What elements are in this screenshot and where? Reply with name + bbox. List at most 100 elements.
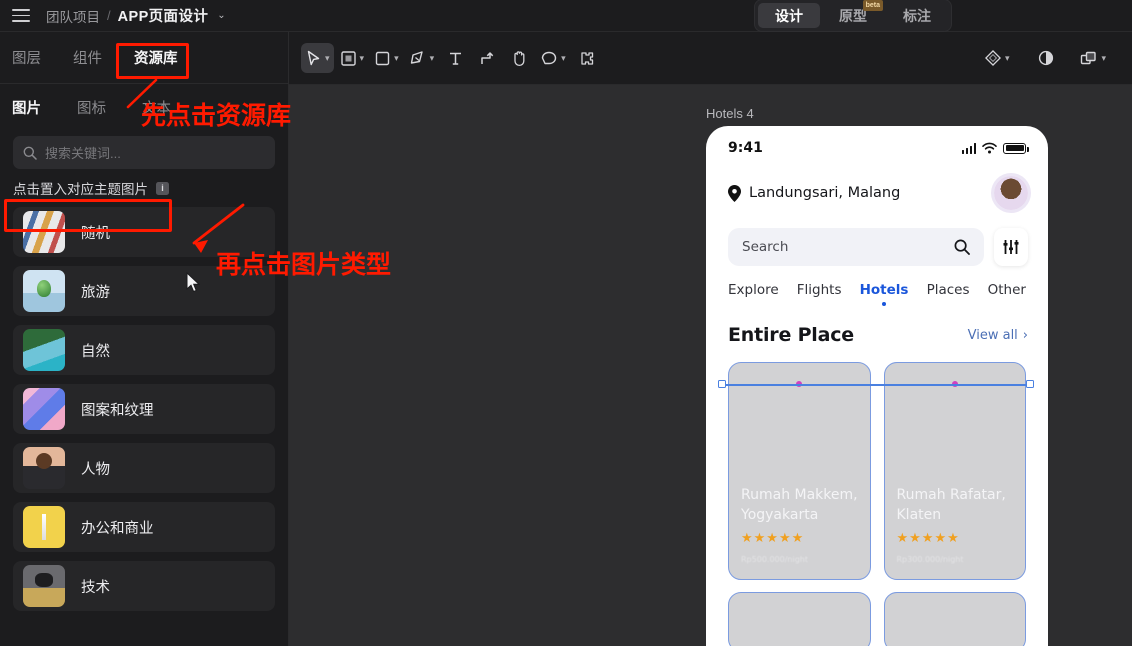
hotel-card-price: Rp300.000/night [897, 555, 964, 564]
location-row: Landungsari, Malang [706, 162, 1048, 210]
phone-mockup[interactable]: 9:41 Landungsari, Malang [706, 126, 1048, 646]
map-pin-icon [728, 185, 741, 202]
list-item-label: 旅游 [81, 281, 110, 302]
move-tool[interactable]: ▾ [301, 43, 334, 73]
frame-tool[interactable]: ▾ [336, 43, 369, 73]
category-thumbnail [23, 447, 65, 489]
chevron-down-icon[interactable]: ▾ [1005, 53, 1010, 64]
text-icon [447, 50, 464, 67]
tab-other-label: Other [988, 282, 1026, 298]
list-item[interactable]: 办公和商业 [13, 502, 275, 552]
cursor-icon [305, 50, 322, 67]
pen-tool[interactable]: ▾ [405, 43, 439, 73]
list-item-label: 图案和纹理 [81, 399, 154, 420]
hotel-card-list-row2 [706, 580, 1048, 646]
tab-prototype[interactable]: 原型 beta [822, 3, 884, 28]
chevron-down-icon[interactable]: ▾ [561, 53, 566, 64]
hint-text: 点击置入对应主题图片 [13, 178, 148, 198]
search-input[interactable]: Search [728, 228, 984, 266]
info-icon[interactable]: i [156, 182, 169, 195]
chevron-down-icon[interactable]: ⌄ [217, 10, 225, 21]
hotel-card[interactable] [728, 592, 871, 646]
view-all-link[interactable]: View all › [968, 328, 1028, 343]
search-placeholder: 搜索关键词... [45, 143, 121, 162]
diamond-icon [984, 49, 1002, 67]
list-item-label: 办公和商业 [81, 517, 154, 538]
chevron-down-icon[interactable]: ▾ [360, 53, 365, 64]
hotel-card[interactable] [884, 592, 1027, 646]
sidebar-item-resources[interactable]: 资源库 [134, 47, 178, 68]
annotation-step-1: 先点击资源库 [141, 96, 291, 132]
hotel-card-list: Rumah Makkem, Yogyakarta ★★★★★ Rp500.000… [706, 346, 1048, 580]
tab-flights[interactable]: Flights [797, 282, 842, 298]
tab-explore[interactable]: Explore [728, 282, 779, 298]
location-group[interactable]: Landungsari, Malang [728, 185, 900, 202]
selection-handle[interactable] [718, 380, 726, 388]
sidebar-item-layers[interactable]: 图层 [12, 47, 41, 68]
connector-tool[interactable] [472, 43, 502, 73]
hand-tool[interactable] [504, 43, 534, 73]
tab-hotels[interactable]: Hotels [860, 282, 909, 298]
chevron-down-icon[interactable]: ▾ [394, 53, 399, 64]
location-text: Landungsari, Malang [749, 185, 900, 201]
subtab-icons[interactable]: 图标 [77, 97, 106, 118]
list-item[interactable]: 图案和纹理 [13, 384, 275, 434]
contrast-icon [1037, 49, 1055, 67]
selection-handle[interactable] [1026, 380, 1034, 388]
phone-search-row: Search [706, 210, 1048, 266]
frame-label[interactable]: Hotels 4 [706, 106, 754, 121]
list-item[interactable]: 自然 [13, 325, 275, 375]
panel-tabs: 图层 组件 资源库 [0, 32, 288, 84]
frame-icon [340, 50, 357, 67]
layers-tool[interactable]: ▾ [1075, 43, 1110, 73]
pen-icon [409, 50, 427, 67]
hotel-card-title: Rumah Makkem, Yogyakarta [741, 485, 865, 525]
tab-design[interactable]: 设计 [758, 3, 820, 28]
status-time: 9:41 [728, 140, 763, 156]
toolbar: ▾ ▾ ▾ ▾ [289, 32, 1132, 85]
section-title: Entire Place [728, 324, 854, 346]
breadcrumb-team[interactable]: 团队项目 [46, 6, 100, 26]
avatar[interactable] [994, 176, 1028, 210]
tab-places[interactable]: Places [927, 282, 970, 298]
comment-icon [540, 50, 558, 67]
annotation-step-2: 再点击图片类型 [216, 245, 391, 281]
breadcrumb-separator: / [107, 8, 111, 23]
list-item-label: 人物 [81, 458, 110, 479]
hamburger-icon[interactable] [12, 9, 30, 22]
subtab-images[interactable]: 图片 [12, 97, 41, 118]
phone-status-bar: 9:41 [706, 126, 1048, 162]
puzzle-icon [578, 50, 596, 67]
list-item-label: 自然 [81, 340, 110, 361]
chevron-down-icon[interactable]: ▾ [1101, 53, 1106, 64]
comment-tool[interactable]: ▾ [536, 43, 570, 73]
app-root: 团队项目 / APP页面设计 ⌄ 设计 原型 beta 标注 Hotels 4 … [0, 0, 1132, 646]
rectangle-tool[interactable]: ▾ [370, 43, 403, 73]
list-item[interactable]: 技术 [13, 561, 275, 611]
rectangle-icon [374, 50, 391, 67]
chevron-down-icon[interactable]: ▾ [430, 53, 435, 64]
page-title[interactable]: APP页面设计 [118, 5, 209, 26]
search-icon [23, 146, 37, 160]
hotel-card[interactable]: Rumah Makkem, Yogyakarta ★★★★★ Rp500.000… [728, 362, 871, 580]
view-all-label: View all [968, 328, 1018, 343]
tab-annotation-label: 标注 [903, 6, 931, 26]
tab-other[interactable]: Other [988, 282, 1026, 298]
search-input[interactable]: 搜索关键词... [13, 136, 275, 169]
phone-tabs: Explore Flights Hotels Places Other [706, 266, 1048, 298]
search-icon [954, 239, 970, 255]
signal-bars-icon [962, 143, 977, 154]
tab-annotation[interactable]: 标注 [886, 3, 948, 28]
top-bar: 团队项目 / APP页面设计 ⌄ [0, 0, 1132, 32]
sidebar-item-components[interactable]: 组件 [73, 47, 102, 68]
filter-button[interactable] [994, 228, 1028, 266]
text-tool[interactable] [440, 43, 470, 73]
component-tool[interactable] [572, 43, 602, 73]
contrast-tool[interactable] [1031, 43, 1061, 73]
hotel-card[interactable]: Rumah Rafatar, Klaten ★★★★★ Rp300.000/ni… [884, 362, 1027, 580]
tab-flights-label: Flights [797, 282, 842, 298]
list-item[interactable]: 人物 [13, 443, 275, 493]
connector-arrow-icon [479, 50, 496, 67]
component-instance-tool[interactable]: ▾ [980, 43, 1014, 73]
chevron-down-icon[interactable]: ▾ [325, 53, 330, 64]
